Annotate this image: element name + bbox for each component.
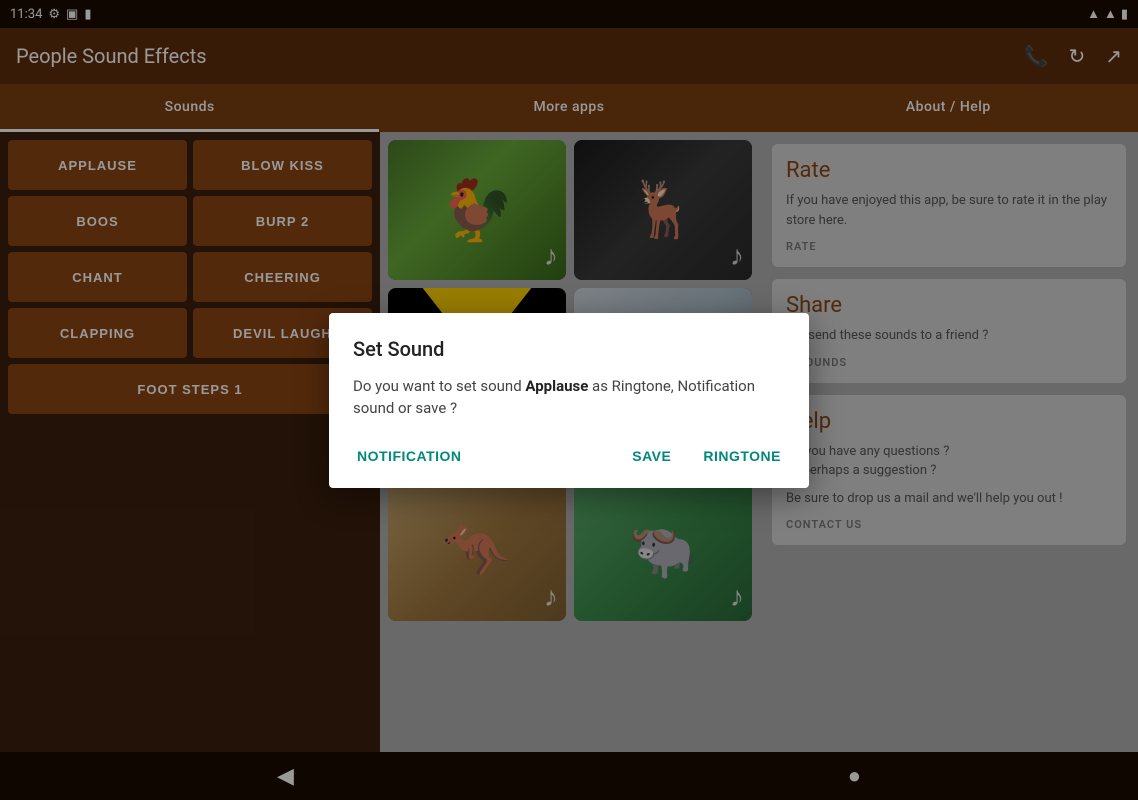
dialog-actions: NOTIFICATION SAVE RINGTONE [353,440,785,472]
set-sound-dialog: Set Sound Do you want to set sound Appla… [329,313,809,488]
dialog-sound-name: Applause [525,377,588,395]
dialog-body: Do you want to set sound Applause as Rin… [353,375,785,420]
dialog-actions-right: SAVE RINGTONE [628,440,785,472]
dialog-title: Set Sound [353,337,785,361]
dialog-overlay: Set Sound Do you want to set sound Appla… [0,0,1138,800]
ringtone-button[interactable]: RINGTONE [699,440,785,472]
notification-button[interactable]: NOTIFICATION [353,440,466,472]
save-button[interactable]: SAVE [628,440,675,472]
dialog-body-text1: Do you want to set sound [353,377,525,395]
